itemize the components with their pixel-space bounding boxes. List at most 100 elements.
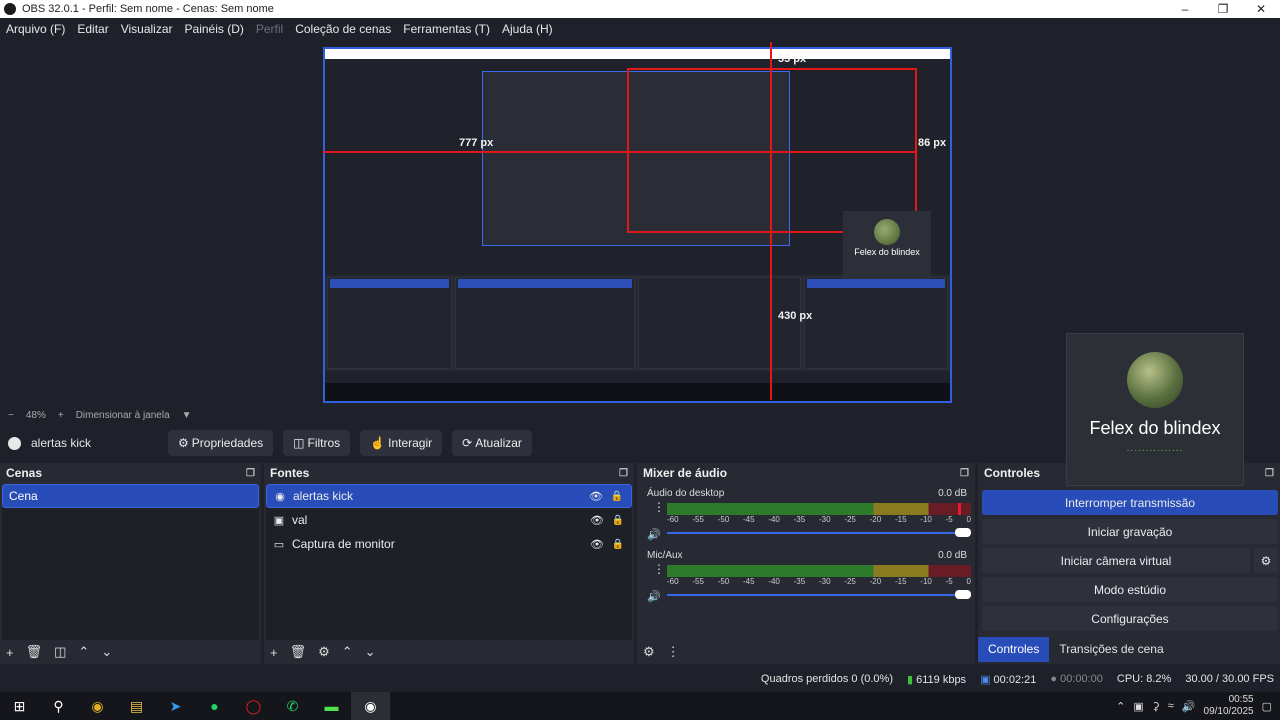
obs-taskbar-icon[interactable]: ◉ — [351, 692, 390, 720]
kebab-menu-icon[interactable]: ⋮ — [667, 644, 680, 660]
wifi-icon[interactable]: ≈ — [1168, 700, 1174, 712]
menu-edit[interactable]: Editar — [77, 22, 108, 36]
stop-streaming-button[interactable]: Interromper transmissão — [982, 490, 1278, 515]
zoom-in-button[interactable]: + — [58, 410, 64, 421]
chevron-up-icon[interactable]: ⌃ — [342, 644, 353, 660]
audio-level-dots: ............... — [1126, 443, 1184, 454]
add-icon[interactable]: + — [270, 645, 278, 660]
search-icon[interactable]: ⚲ — [39, 692, 78, 720]
speaker-icon[interactable]: 🔊 — [647, 590, 661, 603]
chrome-icon[interactable]: ◉ — [78, 692, 117, 720]
tab-scene-transitions[interactable]: Transições de cena — [1049, 637, 1173, 662]
eye-icon[interactable]: 👁 — [590, 538, 604, 551]
scenes-footer: + 🗑 ◫ ⌃ ⌄ — [0, 640, 261, 664]
filter-icon: ◫ — [293, 436, 305, 450]
zoom-out-button[interactable]: − — [8, 410, 14, 421]
signal-icon: ▮ — [906, 673, 914, 686]
advanced-audio-icon[interactable]: ⚙ — [643, 644, 655, 660]
camera-overlay-window[interactable]: Felex do blindex ............... — [1066, 333, 1244, 486]
meter-scale: -60 -55 -50 -45 -40 -35 -30 -25 -20 -15 -10 -5 0 — [667, 515, 971, 524]
volume-slider-handle[interactable] — [955, 590, 971, 599]
minimize-icon[interactable]: – — [1166, 0, 1204, 18]
opera-icon[interactable]: ◯ — [234, 692, 273, 720]
undock-icon[interactable]: ❐ — [960, 468, 969, 479]
menu-file[interactable]: Arquivo (F) — [6, 22, 65, 36]
volume-slider[interactable] — [667, 532, 963, 534]
chevron-up-icon[interactable]: ⌃ — [1116, 700, 1125, 713]
scale-mode-dropdown-icon[interactable]: ▼ — [182, 410, 192, 421]
menu-view[interactable]: Visualizar — [121, 22, 173, 36]
menu-scene-collection[interactable]: Coleção de cenas — [295, 22, 391, 36]
lock-icon[interactable]: 🔒 — [612, 539, 624, 550]
guide-line-horizontal — [323, 151, 917, 153]
menu-help[interactable]: Ajuda (H) — [502, 22, 553, 36]
scene-item[interactable]: Cena — [2, 484, 259, 508]
monitor-icon: ▭ — [273, 538, 285, 551]
speaker-icon[interactable]: 🔊 — [647, 528, 661, 541]
menu-docks[interactable]: Painéis (D) — [185, 22, 244, 36]
trash-icon[interactable]: 🗑 — [26, 644, 43, 660]
undock-icon[interactable]: ❐ — [619, 468, 628, 479]
notification-icon[interactable]: ▢ — [1262, 700, 1272, 713]
channel-db: 0.0 dB — [938, 488, 967, 499]
add-icon[interactable]: + — [6, 645, 14, 660]
chevron-down-icon[interactable]: ⌄ — [101, 644, 112, 660]
microphone-icon[interactable]: ⚳ — [1152, 700, 1160, 713]
kebab-menu-icon[interactable]: ⋮ — [653, 501, 665, 513]
tab-controls[interactable]: Controles — [978, 637, 1050, 662]
windows-start-icon[interactable]: ⊞ — [0, 692, 39, 720]
lock-icon[interactable]: 🔒 — [612, 515, 624, 526]
studio-mode-button[interactable]: Modo estúdio — [982, 577, 1278, 602]
volume-slider-handle[interactable] — [955, 528, 971, 537]
windows-taskbar: ⊞ ⚲ ◉ ▤ ➤ ● ◯ ✆ ▬ ◉ ⌃ ▣ ⚳ ≈ 🔊 00:55 09/1… — [0, 692, 1280, 720]
source-row[interactable]: ▣ val 👁 🔒 — [266, 508, 632, 532]
lock-icon[interactable]: 🔒 — [611, 491, 623, 502]
scenes-title: Cenas — [6, 466, 43, 480]
refresh-button[interactable]: ⟳ Atualizar — [452, 430, 532, 456]
channel-name: Mic/Aux — [647, 550, 683, 561]
camera-name: Felex do blindex — [1089, 418, 1221, 438]
source-row[interactable]: ▭ Captura de monitor 👁 🔒 — [266, 532, 632, 556]
eye-icon[interactable]: 👁 — [589, 490, 603, 503]
virtual-camera-settings-button[interactable]: ⚙ — [1254, 548, 1278, 573]
controls-tabs: Controles Transições de cena — [978, 637, 1174, 662]
menu-bar: Arquivo (F) Editar Visualizar Painéis (D… — [0, 18, 1280, 40]
settings-button[interactable]: Configurações — [982, 606, 1278, 631]
menu-profile[interactable]: Perfil — [256, 22, 283, 36]
file-explorer-icon[interactable]: ▤ — [117, 692, 156, 720]
terminal-icon[interactable]: ▬ — [312, 692, 351, 720]
kebab-menu-icon[interactable]: ⋮ — [653, 563, 665, 575]
eye-icon[interactable]: 👁 — [590, 514, 604, 527]
sources-dock: Fontes ❐ ◉ alertas kick 👁 🔒 ▣ val 👁 🔒 ▭ … — [264, 463, 634, 664]
channel-name: Áudio do desktop — [647, 488, 725, 499]
volume-icon[interactable]: 🔊 — [1182, 700, 1196, 713]
undock-icon[interactable]: ❐ — [246, 468, 255, 479]
stream-icon: ▣ — [980, 673, 991, 686]
properties-button[interactable]: ⚙ Propriedades — [168, 430, 274, 456]
volume-slider[interactable] — [667, 594, 963, 596]
close-icon[interactable]: ✕ — [1242, 0, 1280, 18]
filters-button[interactable]: ◫ Filtros — [283, 430, 351, 456]
trash-icon[interactable]: 🗑 — [290, 644, 307, 660]
vscode-icon[interactable]: ➤ — [156, 692, 195, 720]
meter-scale: -60 -55 -50 -45 -40 -35 -30 -25 -20 -15 -10 -5 0 — [667, 577, 971, 586]
gear-icon[interactable]: ⚙ — [318, 644, 330, 660]
sources-dock-header: Fontes ❐ — [264, 463, 634, 483]
clock-time: 00:55 — [1228, 694, 1254, 705]
clock-date: 09/10/2025 — [1203, 706, 1254, 717]
whatsapp-icon[interactable]: ✆ — [273, 692, 312, 720]
camera-tray-icon[interactable]: ▣ — [1133, 700, 1143, 713]
start-recording-button[interactable]: Iniciar gravação — [982, 519, 1278, 544]
maximize-icon[interactable]: ❐ — [1204, 0, 1242, 18]
chevron-down-icon[interactable]: ⌄ — [365, 644, 376, 660]
chevron-up-icon[interactable]: ⌃ — [78, 644, 89, 660]
spotify-icon[interactable]: ● — [195, 692, 234, 720]
clock[interactable]: 00:55 09/10/2025 — [1204, 694, 1254, 718]
filter-icon[interactable]: ◫ — [54, 644, 66, 660]
menu-tools[interactable]: Ferramentas (T) — [403, 22, 490, 36]
interact-button[interactable]: ☝ Interagir — [360, 430, 443, 456]
start-virtual-camera-button[interactable]: Iniciar câmera virtual — [982, 548, 1250, 573]
undock-icon[interactable]: ❐ — [1265, 468, 1274, 479]
source-row[interactable]: ◉ alertas kick 👁 🔒 — [266, 484, 632, 508]
title-bar: OBS 32.0.1 - Perfil: Sem nome - Cenas: S… — [0, 0, 1280, 18]
